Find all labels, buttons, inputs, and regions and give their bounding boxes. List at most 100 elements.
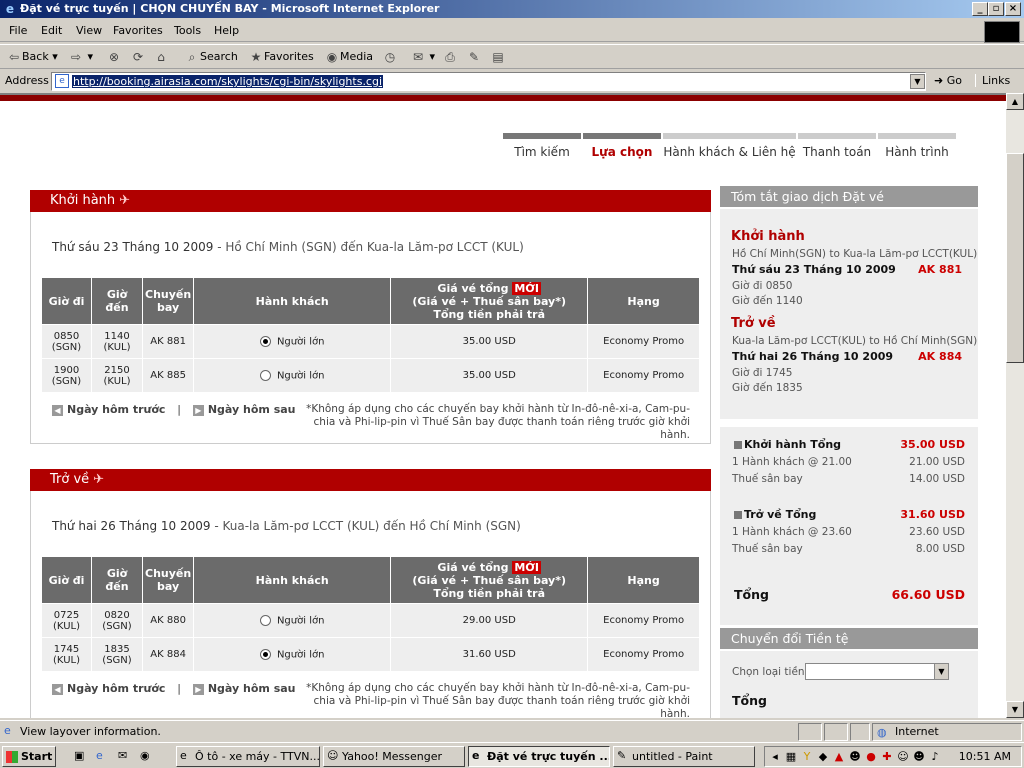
download-icon[interactable]: ● xyxy=(864,750,878,764)
network-icon[interactable]: ▦ xyxy=(784,750,798,764)
depart-tax-line: Thuế sân bay xyxy=(732,473,803,485)
flight-number-link[interactable]: AK 881 xyxy=(141,324,195,359)
menu-edit[interactable]: Edit xyxy=(41,24,62,37)
step-bar-5 xyxy=(878,133,956,139)
show-desktop-icon[interactable]: ▣ xyxy=(74,749,84,762)
close-button[interactable]: × xyxy=(1005,2,1021,16)
task-forum[interactable]: e Ô tô - xe máy - TTVN... xyxy=(176,746,320,767)
ie-task-icon: e xyxy=(472,749,480,762)
stop-button[interactable]: ⊗ xyxy=(106,49,122,65)
fare-radio[interactable] xyxy=(259,335,271,347)
step-payment: Thanh toán xyxy=(802,145,872,159)
header-stripe xyxy=(0,95,1006,101)
page-viewport: Tìm kiếm Lựa chọn Hành khách & Liên hệ T… xyxy=(0,93,1006,718)
maximize-button[interactable]: ▫ xyxy=(988,2,1004,16)
flight-number-link[interactable]: AK 885 xyxy=(141,358,195,393)
dep-time: 0725 (KUL) xyxy=(41,603,92,638)
depart-total-label[interactable]: Khởi hành Tổng xyxy=(734,438,841,451)
fare-radio[interactable] xyxy=(259,369,271,381)
menu-view[interactable]: View xyxy=(76,24,102,37)
go-label: Go xyxy=(946,74,962,87)
discuss-button[interactable]: ▤ xyxy=(490,49,506,65)
next-day-link[interactable]: ▶ Ngày hôm sau xyxy=(192,403,296,416)
url-text[interactable]: http://booking.airasia.com/skylights/cgi… xyxy=(72,75,384,88)
links-button[interactable]: Links xyxy=(975,74,1010,87)
col-class: Hạng xyxy=(587,556,700,604)
prev-day-link[interactable]: ◀ Ngày hôm trước xyxy=(52,682,165,695)
col-price-1: Giá vé tổng xyxy=(437,281,509,295)
task-label: untitled - Paint xyxy=(632,750,713,763)
mail-button[interactable]: ✉ ▾ xyxy=(410,49,435,65)
pax-label: Người lớn xyxy=(276,336,325,348)
messenger-icon[interactable]: ☻ xyxy=(848,750,862,764)
task-yahoo[interactable]: ☺ Yahoo! Messenger xyxy=(323,746,465,767)
start-button[interactable]: Start xyxy=(2,746,56,767)
summary-return-arr: Giờ đến 1835 xyxy=(732,382,803,394)
dep-time: 1900 (SGN) xyxy=(41,358,92,393)
dep-code: (KUL) xyxy=(53,654,80,666)
chat-icon[interactable]: ☻ xyxy=(912,750,926,764)
address-dropdown-button[interactable]: ▼ xyxy=(910,74,925,89)
menu-favorites[interactable]: Favorites xyxy=(113,24,163,37)
minimize-button[interactable]: _ xyxy=(972,2,988,16)
forward-button[interactable]: ⇨ ▾ xyxy=(68,49,93,65)
scroll-up-button[interactable]: ▲ xyxy=(1006,93,1024,110)
search-label: Search xyxy=(200,50,238,63)
depart-title: Khởi hành xyxy=(50,193,116,208)
arr-time: 0820 (SGN) xyxy=(91,603,143,638)
media-button[interactable]: ◉ Media xyxy=(324,49,373,65)
menu-help[interactable]: Help xyxy=(214,24,239,37)
yahoo-tray-icon[interactable]: Y xyxy=(800,750,814,764)
menu-file[interactable]: File xyxy=(9,24,27,37)
ie-quicklaunch-icon[interactable]: e xyxy=(96,749,103,762)
history-button[interactable]: ◷ xyxy=(382,49,398,65)
dep-time: 0850 (SGN) xyxy=(41,324,92,359)
currency-header: Chuyển đổi Tiền tệ xyxy=(720,628,978,649)
fare-radio[interactable] xyxy=(259,648,271,660)
toolbar: ⇦ Back ▾ ⇨ ▾ ⊗ ⟳ ⌂ ⌕ Search ★ Favorites ◉ Me… xyxy=(0,44,1024,69)
vertical-scrollbar[interactable]: ▲ ▼ xyxy=(1006,93,1024,718)
return-total-label[interactable]: Trở về Tổng xyxy=(734,508,816,521)
edit-button[interactable]: ✎ xyxy=(466,49,482,65)
volume-icon[interactable]: ◂ xyxy=(768,750,782,764)
class-cell: Economy Promo xyxy=(587,603,700,638)
home-button[interactable]: ⌂ xyxy=(153,49,169,65)
go-button[interactable]: ➜ Go xyxy=(934,74,962,87)
speaker-icon[interactable]: ♪ xyxy=(928,750,942,764)
address-input[interactable]: e http://booking.airasia.com/skylights/c… xyxy=(51,72,926,91)
antivirus-icon[interactable]: ◆ xyxy=(816,750,830,764)
col-pax: Hành khách xyxy=(193,277,392,325)
step-search[interactable]: Tìm kiếm xyxy=(503,145,581,159)
globe-icon: ◍ xyxy=(877,726,887,739)
flight-number-link[interactable]: AK 880 xyxy=(141,603,195,638)
step-bar-4 xyxy=(798,133,876,139)
smiley-icon[interactable]: ☺ xyxy=(896,750,910,764)
prev-day-link[interactable]: ◀ Ngày hôm trước xyxy=(52,403,165,416)
search-button[interactable]: ⌕ Search xyxy=(184,49,238,65)
task-label: Ô tô - xe máy - TTVN... xyxy=(195,750,320,763)
status-cell xyxy=(850,723,870,741)
task-paint[interactable]: ✎ untitled - Paint xyxy=(613,746,755,767)
flight-number-link[interactable]: AK 884 xyxy=(141,637,195,672)
plus-icon[interactable]: ✚ xyxy=(880,750,894,764)
back-button[interactable]: ⇦ Back ▾ xyxy=(6,49,58,65)
currency-select[interactable]: ▼ xyxy=(805,663,949,680)
menu-tools[interactable]: Tools xyxy=(174,24,201,37)
task-airasia[interactable]: e Đặt vé trực tuyến ... xyxy=(468,746,610,767)
prev-arrow-icon: ◀ xyxy=(52,404,63,416)
return-pax-amount: 23.60 USD xyxy=(909,526,965,538)
col-arr-2: đến xyxy=(105,301,129,314)
next-day-link[interactable]: ▶ Ngày hôm sau xyxy=(192,682,296,695)
print-button[interactable]: ⎙ xyxy=(442,49,458,65)
system-tray: ◂ ▦ Y ◆ ▲ ☻ ● ✚ ☺ ☻ ♪ 10:51 AM xyxy=(764,746,1022,767)
scroll-down-button[interactable]: ▼ xyxy=(1006,701,1024,718)
shield-icon[interactable]: ▲ xyxy=(832,750,846,764)
outlook-quicklaunch-icon[interactable]: ✉ xyxy=(118,749,127,762)
favorites-icon: ★ xyxy=(250,50,262,64)
page-icon: e xyxy=(55,74,69,88)
refresh-button[interactable]: ⟳ xyxy=(130,49,146,65)
fare-radio[interactable] xyxy=(259,614,271,626)
favorites-button[interactable]: ★ Favorites xyxy=(248,49,314,65)
scroll-thumb[interactable] xyxy=(1006,153,1024,363)
media-quicklaunch-icon[interactable]: ◉ xyxy=(140,749,150,762)
